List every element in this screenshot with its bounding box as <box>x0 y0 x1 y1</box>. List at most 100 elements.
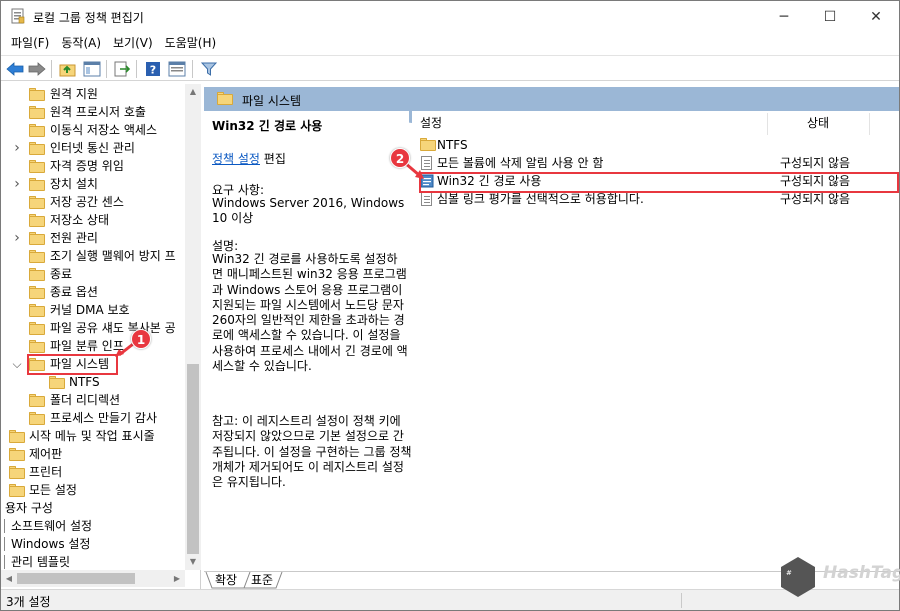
back-button[interactable] <box>5 59 25 79</box>
forward-button[interactable] <box>27 59 47 79</box>
folder-icon <box>29 214 45 227</box>
tab-extended[interactable]: 확장 <box>215 572 237 589</box>
tree-item[interactable]: 프로세스 만들기 감사 <box>1 409 185 427</box>
minimize-button[interactable]: ─ <box>761 1 807 32</box>
tree-item[interactable]: 커널 DMA 보호 <box>1 301 185 319</box>
tree-line <box>4 555 5 569</box>
filter-icon <box>201 62 217 76</box>
tree-item[interactable]: 원격 지원 <box>1 85 185 103</box>
list-item-policy[interactable]: 모든 볼륨에 삭제 알림 사용 안 함 구성되지 않음 <box>412 154 899 172</box>
tree-item-label: 전원 관리 <box>50 231 98 245</box>
menu-view[interactable]: 보기(V) <box>107 33 159 53</box>
scroll-thumb[interactable] <box>187 364 199 554</box>
properties-icon <box>168 61 186 77</box>
tree-item[interactable]: › 장치 설치 <box>1 175 185 193</box>
tree-item[interactable]: 제어판 <box>1 445 185 463</box>
scroll-up-arrow-icon[interactable]: ▲ <box>185 84 201 100</box>
edit-policy-suffix: 편집 <box>259 152 286 166</box>
tree-item[interactable]: 폴더 리디렉션 <box>1 391 185 409</box>
folder-icon <box>9 466 25 479</box>
details-header-title: 파일 시스템 <box>242 94 302 108</box>
tree-item[interactable]: 파일 분류 인프 <box>1 337 185 355</box>
tree-item-label: 이동식 저장소 액세스 <box>50 123 157 137</box>
folder-icon <box>420 138 436 152</box>
folder-icon <box>29 268 45 281</box>
tree-item[interactable]: 저장 공간 센스 <box>1 193 185 211</box>
tree-item[interactable]: 프린터 <box>1 463 185 481</box>
tree-item[interactable]: 조기 실행 맬웨어 방지 프 <box>1 247 185 265</box>
folder-icon <box>29 232 45 245</box>
show-hide-tree-button[interactable] <box>82 59 102 79</box>
status-divider <box>681 593 682 608</box>
menu-help[interactable]: 도움말(H) <box>159 33 223 53</box>
maximize-button[interactable]: ☐ <box>807 1 853 32</box>
app-window: 로컬 그룹 정책 편집기 ─ ☐ ✕ 파일(F) 동작(A) 보기(V) 도움말… <box>0 0 900 611</box>
close-button[interactable]: ✕ <box>853 1 899 32</box>
column-header-state[interactable]: 상태 <box>807 111 829 137</box>
list-item-ntfs-folder[interactable]: NTFS <box>412 136 899 154</box>
highlight-box-tree <box>27 354 118 375</box>
properties-button[interactable] <box>167 59 187 79</box>
tree-item[interactable]: 용자 구성 <box>1 499 185 517</box>
folder-icon <box>29 322 45 335</box>
tree-item-label: 종료 <box>50 267 73 281</box>
scroll-left-arrow-icon[interactable]: ◀ <box>1 570 17 587</box>
tree-item-label: 인터넷 통신 관리 <box>50 141 135 155</box>
group-policy-app-icon <box>11 8 25 24</box>
tree-line <box>4 519 5 533</box>
folder-icon <box>29 340 45 353</box>
tab-standard[interactable]: 표준 <box>251 572 273 589</box>
scroll-down-arrow-icon[interactable]: ▼ <box>185 554 201 570</box>
tree-vertical-scrollbar[interactable]: ▲ ▼ <box>185 84 201 570</box>
tree-item[interactable]: 이동식 저장소 액세스 <box>1 121 185 139</box>
help-button[interactable]: ? <box>143 59 163 79</box>
folder-icon <box>29 250 45 263</box>
column-divider[interactable] <box>767 113 768 135</box>
tree-item-label: 파일 공유 섀도 복사본 공 <box>50 321 176 335</box>
tree-item-label: 장치 설치 <box>50 177 98 191</box>
tree-item-label: 자격 증명 위임 <box>50 159 124 173</box>
chevron-right-icon[interactable]: › <box>11 175 23 193</box>
chevron-right-icon[interactable]: › <box>11 139 23 157</box>
column-header-setting[interactable]: 설정 <box>420 111 442 137</box>
tree-item[interactable]: 시작 메뉴 및 작업 표시줄 <box>1 427 185 445</box>
filter-button[interactable] <box>199 59 219 79</box>
tree-item[interactable]: 자격 증명 위임 <box>1 157 185 175</box>
tree-item[interactable]: 종료 <box>1 265 185 283</box>
tree-item[interactable]: 소프트웨어 설정 <box>1 517 185 535</box>
folder-icon <box>29 196 45 209</box>
tree-item[interactable]: › 전원 관리 <box>1 229 185 247</box>
tree-horizontal-scrollbar[interactable]: ◀ ▶ <box>1 570 185 587</box>
tree-item[interactable]: 종료 옵션 <box>1 283 185 301</box>
folder-icon <box>29 160 45 173</box>
scroll-thumb[interactable] <box>17 573 135 584</box>
tree-item-label: 원격 지원 <box>50 87 98 101</box>
export-list-icon <box>114 61 131 77</box>
forward-arrow-icon <box>28 62 46 76</box>
chevron-right-icon[interactable]: › <box>11 229 23 247</box>
edit-policy-link[interactable]: 정책 설정 <box>212 152 260 166</box>
scroll-right-arrow-icon[interactable]: ▶ <box>169 570 185 587</box>
tree-item[interactable]: 모든 설정 <box>1 481 185 499</box>
column-divider[interactable] <box>869 113 870 135</box>
folder-icon <box>9 484 25 497</box>
watermark-text: HashTag <box>823 563 900 583</box>
navigation-tree: 원격 지원원격 프로시저 호출이동식 저장소 액세스 › 인터넷 통신 관리자격 증… <box>1 84 201 589</box>
tree-item-label: 종료 옵션 <box>50 285 98 299</box>
tree-item-label: 폴더 리디렉션 <box>50 393 121 407</box>
up-folder-button[interactable] <box>58 59 78 79</box>
tree-item[interactable]: NTFS <box>1 373 185 391</box>
folder-icon <box>29 142 45 155</box>
tree-item[interactable]: 원격 프로시저 호출 <box>1 103 185 121</box>
chevron-down-icon[interactable]: ⌵ <box>11 355 23 373</box>
tree-item[interactable]: Windows 설정 <box>1 535 185 553</box>
toolbar-separator <box>136 60 137 78</box>
menu-file[interactable]: 파일(F) <box>5 33 55 53</box>
menu-action[interactable]: 동작(A) <box>55 33 107 53</box>
tree-item[interactable]: 저장소 상태 <box>1 211 185 229</box>
export-list-button[interactable] <box>112 59 132 79</box>
description-note: 참고: 이 레지스트리 설정이 정책 키에 저장되지 않았으므로 기본 설정으로… <box>212 414 412 490</box>
tree-item[interactable]: 관리 템플릿 <box>1 553 185 571</box>
tree-item[interactable]: › 인터넷 통신 관리 <box>1 139 185 157</box>
tree-item[interactable]: 파일 공유 섀도 복사본 공 <box>1 319 185 337</box>
